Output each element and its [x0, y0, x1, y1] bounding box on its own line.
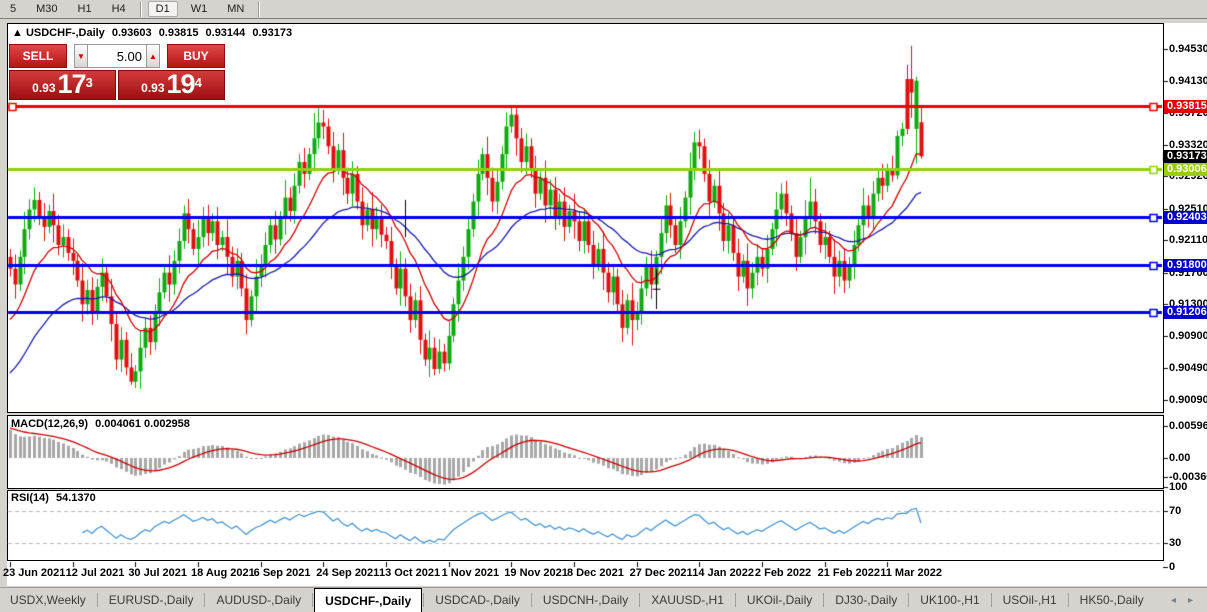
trading-terminal-window: 5M30H1H4D1W1MN ▲ USDCHF-,Daily 0.93603 0… — [0, 0, 1207, 612]
price-tick-label: 0.90090 — [1169, 394, 1207, 406]
rsi-name: RSI(14) — [11, 492, 49, 504]
tab-scroll-left-icon[interactable]: ◂ — [1165, 595, 1182, 606]
sell-price-box[interactable]: 0.93 17 3 — [9, 70, 116, 100]
buy-price-big: 19 — [167, 71, 195, 98]
chart-tab-usdchf-daily[interactable]: USDCHF-,Daily — [314, 588, 422, 612]
date-tick-label: 8 Dec 2021 — [567, 567, 624, 579]
chart-tab-uk100-h1[interactable]: UK100-,H1 — [910, 588, 989, 612]
date-tick-label: 6 Sep 2021 — [254, 567, 311, 579]
date-tick-label: 13 Oct 2021 — [379, 567, 440, 579]
chart-tab-dj30-daily[interactable]: DJ30-,Daily — [825, 588, 907, 612]
tab-separator — [531, 593, 532, 607]
tab-separator — [204, 593, 205, 607]
date-tick-label: 30 Jul 2021 — [128, 567, 187, 579]
sell-price-pip: 3 — [86, 71, 93, 95]
chart-tab-eurusd-daily[interactable]: EURUSD-,Daily — [99, 588, 204, 612]
price-tick-label: 0.90490 — [1169, 362, 1207, 374]
price-tick-label: 0.94530 — [1169, 43, 1207, 55]
date-tick-label: 24 Sep 2021 — [316, 567, 379, 579]
price-tick-label: 0.94130 — [1169, 75, 1207, 87]
date-tick-label: 2 Feb 2022 — [755, 567, 811, 579]
date-tick-label: 23 Jun 2021 — [3, 567, 65, 579]
tab-scroll-arrows: ◂▸ — [1165, 588, 1207, 612]
ohlc-high: 0.93815 — [159, 27, 199, 39]
buy-price-pip: 4 — [195, 71, 202, 95]
price-tick-label: 0.93320 — [1169, 139, 1207, 151]
tab-separator — [908, 593, 909, 607]
chart-tab-xauusd-h1[interactable]: XAUUSD-,H1 — [641, 588, 734, 612]
sell-price-prefix: 0.93 — [32, 78, 55, 98]
price-tick-label: 0.90900 — [1169, 330, 1207, 342]
rsi-tick-label: 70 — [1169, 505, 1181, 517]
chart-symbol-label: USDCHF-,Daily — [26, 27, 105, 39]
tab-separator — [423, 593, 424, 607]
chart-tab-usoil-h1[interactable]: USOil-,H1 — [993, 588, 1067, 612]
date-tick-label: 27 Dec 2021 — [630, 567, 693, 579]
chart-tab-ukoil-daily[interactable]: UKOil-,Daily — [737, 588, 822, 612]
date-tick-label: 21 Feb 2022 — [818, 567, 880, 579]
buy-button[interactable]: BUY — [167, 44, 225, 68]
tab-separator — [312, 593, 313, 607]
chart-tab-usdcnh-daily[interactable]: USDCNH-,Daily — [533, 588, 638, 612]
macd-values: 0.004061 0.002958 — [95, 418, 190, 430]
sell-button[interactable]: SELL — [9, 44, 67, 68]
current-price-tag: 0.93173 — [1164, 150, 1207, 163]
sell-price-big: 17 — [58, 71, 86, 98]
chart-tab-usdcad-daily[interactable]: USDCAD-,Daily — [425, 588, 530, 612]
tab-separator — [991, 593, 992, 607]
amount-increase-button[interactable]: ▲ — [146, 44, 160, 68]
one-click-trade-panel: SELL ▼ ▲ BUY 0.93 17 3 0.93 19 4 — [9, 44, 225, 100]
macd-name: MACD(12,26,9) — [11, 418, 88, 430]
chart-title: ▲ USDCHF-,Daily 0.93603 0.93815 0.93144 … — [12, 27, 292, 39]
chart-tab-usdx-weekly[interactable]: USDX,Weekly — [0, 588, 96, 612]
collapse-chevron-icon[interactable]: ▲ — [12, 27, 23, 39]
macd-tick-label: 0.005963 — [1169, 420, 1207, 432]
rsi-tick-label: 30 — [1169, 537, 1181, 549]
level-price-tag: 0.91800 — [1164, 259, 1207, 272]
tab-separator — [97, 593, 98, 607]
tab-separator — [1068, 593, 1069, 607]
date-tick-label: 1 Nov 2021 — [442, 567, 499, 579]
tab-scroll-right-icon[interactable]: ▸ — [1182, 595, 1199, 606]
chart-tab-bar: USDX,WeeklyEURUSD-,DailyAUDUSD-,DailyUSD… — [0, 587, 1207, 612]
date-tick-label: 11 Mar 2022 — [880, 567, 942, 579]
level-price-tag: 0.92403 — [1164, 211, 1207, 224]
buy-price-box[interactable]: 0.93 19 4 — [118, 70, 225, 100]
chart-tab-hk50-daily[interactable]: HK50-,Daily — [1070, 588, 1154, 612]
tab-separator — [735, 593, 736, 607]
rsi-tick-label: 0 — [1169, 561, 1175, 573]
rsi-indicator-label: RSI(14) 54.1370 — [11, 492, 96, 504]
tab-separator — [639, 593, 640, 607]
macd-tick-label: 0.00 — [1169, 452, 1190, 464]
level-price-tag: 0.91206 — [1164, 306, 1207, 319]
trade-amount-input[interactable] — [88, 44, 146, 68]
price-tick-label: 0.92110 — [1169, 234, 1207, 246]
buy-price-prefix: 0.93 — [141, 78, 164, 98]
date-tick-label: 19 Nov 2021 — [504, 567, 568, 579]
level-price-tag: 0.93815 — [1164, 100, 1207, 113]
date-tick-label: 14 Jan 2022 — [692, 567, 754, 579]
macd-indicator-label: MACD(12,26,9) 0.004061 0.002958 — [11, 418, 190, 430]
date-tick-label: 18 Aug 2021 — [191, 567, 255, 579]
level-price-tag: 0.93006 — [1164, 163, 1207, 176]
rsi-value: 54.1370 — [56, 492, 96, 504]
ohlc-close: 0.93173 — [252, 27, 292, 39]
ohlc-low: 0.93144 — [206, 27, 246, 39]
amount-decrease-button[interactable]: ▼ — [74, 44, 88, 68]
ohlc-open: 0.93603 — [112, 27, 152, 39]
date-tick-label: 12 Jul 2021 — [66, 567, 125, 579]
rsi-tick-label: 100 — [1169, 481, 1187, 493]
chart-tab-audusd-daily[interactable]: AUDUSD-,Daily — [206, 588, 311, 612]
tab-separator — [823, 593, 824, 607]
